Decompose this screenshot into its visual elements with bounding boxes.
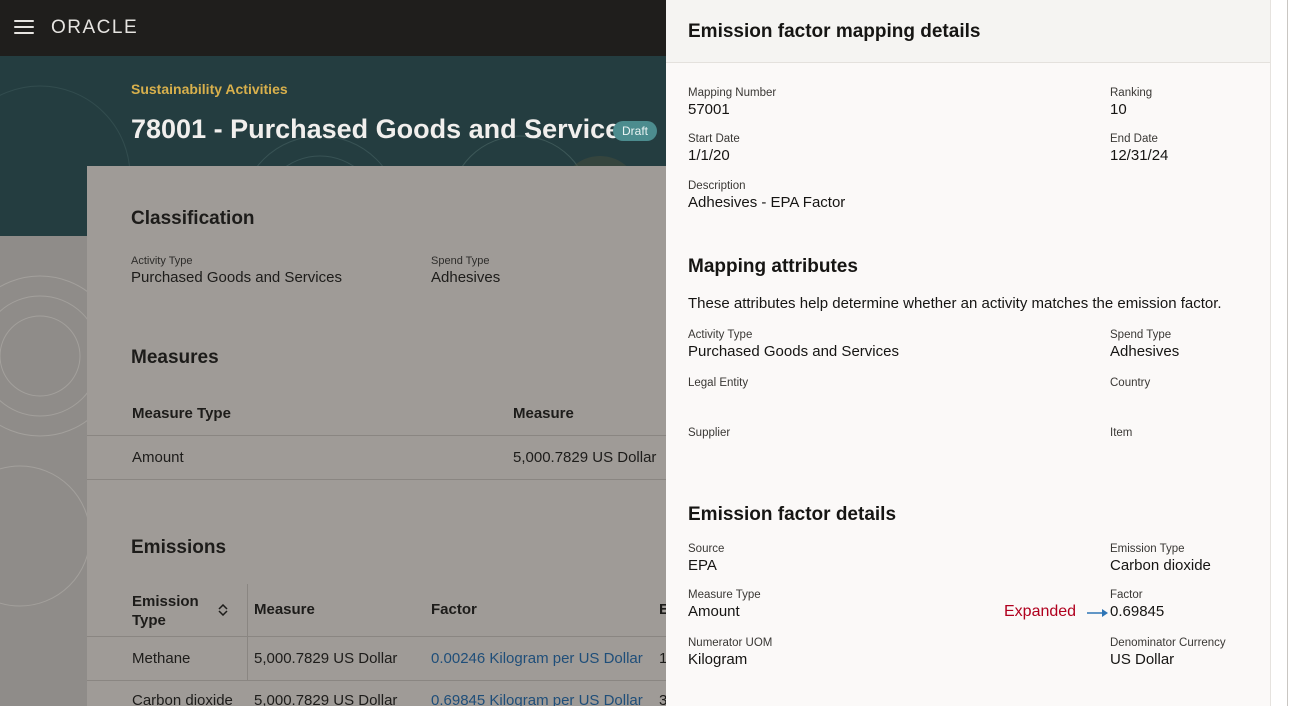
emission-factor-link[interactable]: 0.00246 Kilogram per US Dollar bbox=[431, 650, 643, 667]
activity-type-value: Purchased Goods and Services bbox=[131, 269, 342, 286]
ranking-value: 10 bbox=[1110, 101, 1127, 118]
start-date-value: 1/1/20 bbox=[688, 147, 730, 164]
attr-country-label: Country bbox=[1110, 377, 1151, 389]
oracle-logo[interactable]: ORACLE bbox=[51, 17, 138, 39]
start-date-label: Start Date bbox=[688, 133, 740, 145]
activity-card: Classification Activity Type Purchased G… bbox=[87, 166, 707, 706]
drawer-header: Emission factor mapping details bbox=[666, 0, 1270, 63]
activity-type-label: Activity Type bbox=[131, 255, 193, 267]
sort-icon[interactable] bbox=[218, 604, 228, 616]
mapping-attributes-intro: These attributes help determine whether … bbox=[688, 295, 1222, 312]
emission-factor-link[interactable]: 0.69845 Kilogram per US Dollar bbox=[431, 692, 643, 706]
emission-type-value: Carbon dioxide bbox=[1110, 557, 1211, 574]
mapping-attributes-heading: Mapping attributes bbox=[688, 256, 858, 277]
mapping-details-drawer: Emission factor mapping details Mapping … bbox=[666, 0, 1270, 706]
factor-label: Factor bbox=[1110, 589, 1143, 601]
classification-heading: Classification bbox=[131, 208, 255, 229]
drawer-title: Emission factor mapping details bbox=[688, 21, 981, 42]
end-date-value: 12/31/24 bbox=[1110, 147, 1169, 164]
emissions-header-type[interactable]: Emission Type bbox=[132, 592, 202, 630]
attr-supplier-label: Supplier bbox=[688, 427, 731, 439]
measure-cell: 5,000.7829 US Dollar bbox=[513, 449, 657, 466]
attr-activity-type-label: Activity Type bbox=[688, 329, 753, 341]
attr-item-label: Item bbox=[1110, 427, 1133, 439]
breadcrumb[interactable]: Sustainability Activities bbox=[131, 81, 288, 97]
side-pattern bbox=[0, 275, 88, 607]
emissions-header-factor[interactable]: Factor bbox=[431, 601, 477, 618]
measures-heading: Measures bbox=[131, 347, 219, 368]
source-label: Source bbox=[688, 543, 725, 555]
denominator-currency-value: US Dollar bbox=[1110, 651, 1175, 668]
status-badge: Draft bbox=[613, 121, 658, 141]
divider bbox=[87, 435, 707, 436]
description-value: Adhesives - EPA Factor bbox=[688, 194, 846, 211]
expanded-callout: Expanded bbox=[1004, 603, 1077, 620]
hamburger-menu-icon[interactable] bbox=[14, 20, 34, 35]
emissions-header-measure[interactable]: Measure bbox=[254, 601, 315, 618]
measures-header-measure-type[interactable]: Measure Type bbox=[132, 405, 231, 422]
emission-type-cell: Carbon dioxide bbox=[132, 692, 233, 706]
numerator-uom-value: Kilogram bbox=[688, 651, 748, 668]
factor-value: 0.69845 bbox=[1110, 603, 1165, 620]
spend-type-value: Adhesives bbox=[431, 269, 501, 286]
arrow-right-icon bbox=[1087, 609, 1108, 617]
denominator-currency-label: Denominator Currency bbox=[1110, 637, 1226, 649]
page-title: 78001 - Purchased Goods and Services bbox=[131, 114, 636, 144]
attr-spend-type-value: Adhesives bbox=[1110, 343, 1180, 360]
emissions-heading: Emissions bbox=[131, 537, 227, 558]
attr-activity-type-value: Purchased Goods and Services bbox=[688, 343, 899, 360]
source-value: EPA bbox=[688, 557, 717, 574]
emission-factor-details-heading: Emission factor details bbox=[688, 504, 897, 525]
ranking-label: Ranking bbox=[1110, 87, 1153, 99]
description-label: Description bbox=[688, 180, 746, 192]
divider bbox=[87, 479, 707, 480]
end-date-label: End Date bbox=[1110, 133, 1158, 145]
divider bbox=[87, 680, 707, 681]
emission-measure-cell: 5,000.7829 US Dollar bbox=[254, 692, 398, 706]
column-divider bbox=[247, 584, 248, 680]
measure-type-label: Measure Type bbox=[688, 589, 761, 601]
mapping-number-value: 57001 bbox=[688, 101, 730, 118]
numerator-uom-label: Numerator UOM bbox=[688, 637, 773, 649]
measure-type-value: Amount bbox=[688, 603, 740, 620]
emission-type-label: Emission Type bbox=[1110, 543, 1185, 555]
attr-legal-entity-label: Legal Entity bbox=[688, 377, 749, 389]
window-edge bbox=[1270, 0, 1290, 706]
attr-spend-type-label: Spend Type bbox=[1110, 329, 1172, 341]
measures-header-measure[interactable]: Measure bbox=[513, 405, 574, 422]
emission-measure-cell: 5,000.7829 US Dollar bbox=[254, 650, 398, 667]
measure-type-cell: Amount bbox=[132, 449, 184, 466]
mapping-number-label: Mapping Number bbox=[688, 87, 777, 99]
divider bbox=[87, 636, 707, 637]
spend-type-label: Spend Type bbox=[431, 255, 490, 267]
emission-type-cell: Methane bbox=[132, 650, 191, 667]
